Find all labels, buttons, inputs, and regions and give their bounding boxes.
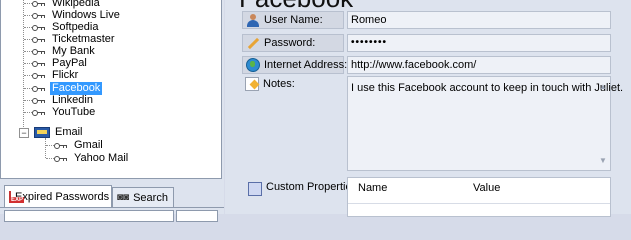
pencil-icon [246, 36, 260, 50]
key-icon [54, 155, 67, 162]
notes-label: Notes: [242, 77, 344, 93]
tree-item-label: YouTube [52, 106, 96, 118]
scroll-up-icon[interactable]: ▲ [599, 83, 607, 91]
column-header-name[interactable]: Name [358, 178, 387, 198]
globe-icon [246, 58, 260, 72]
key-icon [32, 36, 45, 43]
custom-properties-table[interactable]: Name Value [347, 177, 611, 217]
tab-label: Expired Passwords [15, 191, 110, 203]
username-label: User Name: [242, 11, 344, 29]
scroll-down-icon[interactable]: ▼ [599, 157, 607, 165]
tree-group-email[interactable]: Email [34, 126, 85, 139]
tree-item[interactable]: Gmail [54, 139, 105, 152]
custom-properties-icon [248, 182, 262, 196]
tree-item-label: Yahoo Mail [74, 152, 129, 164]
tab-divider [0, 207, 224, 208]
notes-icon [245, 77, 259, 91]
tree-connector-line-email [45, 138, 46, 158]
username-field[interactable]: Romeo [347, 11, 611, 29]
key-icon [32, 60, 45, 67]
tab-search[interactable]: ◙◙ Search [112, 187, 174, 207]
password-field[interactable]: •••••••• [347, 34, 611, 52]
notes-textarea[interactable]: I use this Facebook account to keep in t… [347, 76, 623, 171]
tree-connector-line [23, 0, 24, 135]
column-header-value[interactable]: Value [473, 178, 500, 198]
key-icon [32, 24, 45, 31]
search-field[interactable] [4, 210, 174, 222]
key-icon [32, 109, 45, 116]
table-header: Name Value [348, 178, 610, 198]
key-icon [32, 12, 45, 19]
email-folder-icon [34, 127, 50, 138]
tab-expired-passwords[interactable]: Expired Passwords [4, 185, 112, 208]
collapse-expander[interactable]: − [19, 128, 29, 138]
user-icon [246, 13, 260, 27]
tree-item-label: Gmail [74, 139, 103, 151]
tree-item[interactable]: Yahoo Mail [54, 152, 130, 165]
detail-panel: Facebook User Name: Romeo Password: ••••… [225, 0, 631, 217]
key-icon [32, 97, 45, 104]
account-tree-panel: Wikipedia Windows Live Softpedia Ticketm… [0, 0, 224, 222]
tree-group-label: Email [55, 126, 83, 138]
expired-passwords-icon [9, 191, 25, 203]
binoculars-icon: ◙◙ [117, 191, 130, 203]
key-icon [32, 85, 45, 92]
notes-text: I use this Facebook account to keep in t… [351, 82, 624, 94]
search-button[interactable] [176, 210, 218, 222]
password-label: Password: [242, 34, 344, 52]
tree-item-label: Flickr [52, 69, 79, 81]
tree-item[interactable]: YouTube [32, 106, 97, 119]
table-divider [348, 203, 610, 204]
internet-address-field[interactable]: http://www.facebook.com/ [347, 56, 611, 74]
key-icon [54, 142, 67, 149]
custom-properties-label: Custom Properties: [245, 180, 360, 196]
key-icon [32, 0, 45, 7]
key-icon [32, 48, 45, 55]
internet-address-label: Internet Address: [242, 56, 347, 74]
tree-item[interactable]: Flickr [32, 69, 80, 82]
key-icon [32, 72, 45, 79]
account-tree[interactable]: Wikipedia Windows Live Softpedia Ticketm… [0, 0, 222, 179]
tab-label: Search [133, 191, 168, 204]
